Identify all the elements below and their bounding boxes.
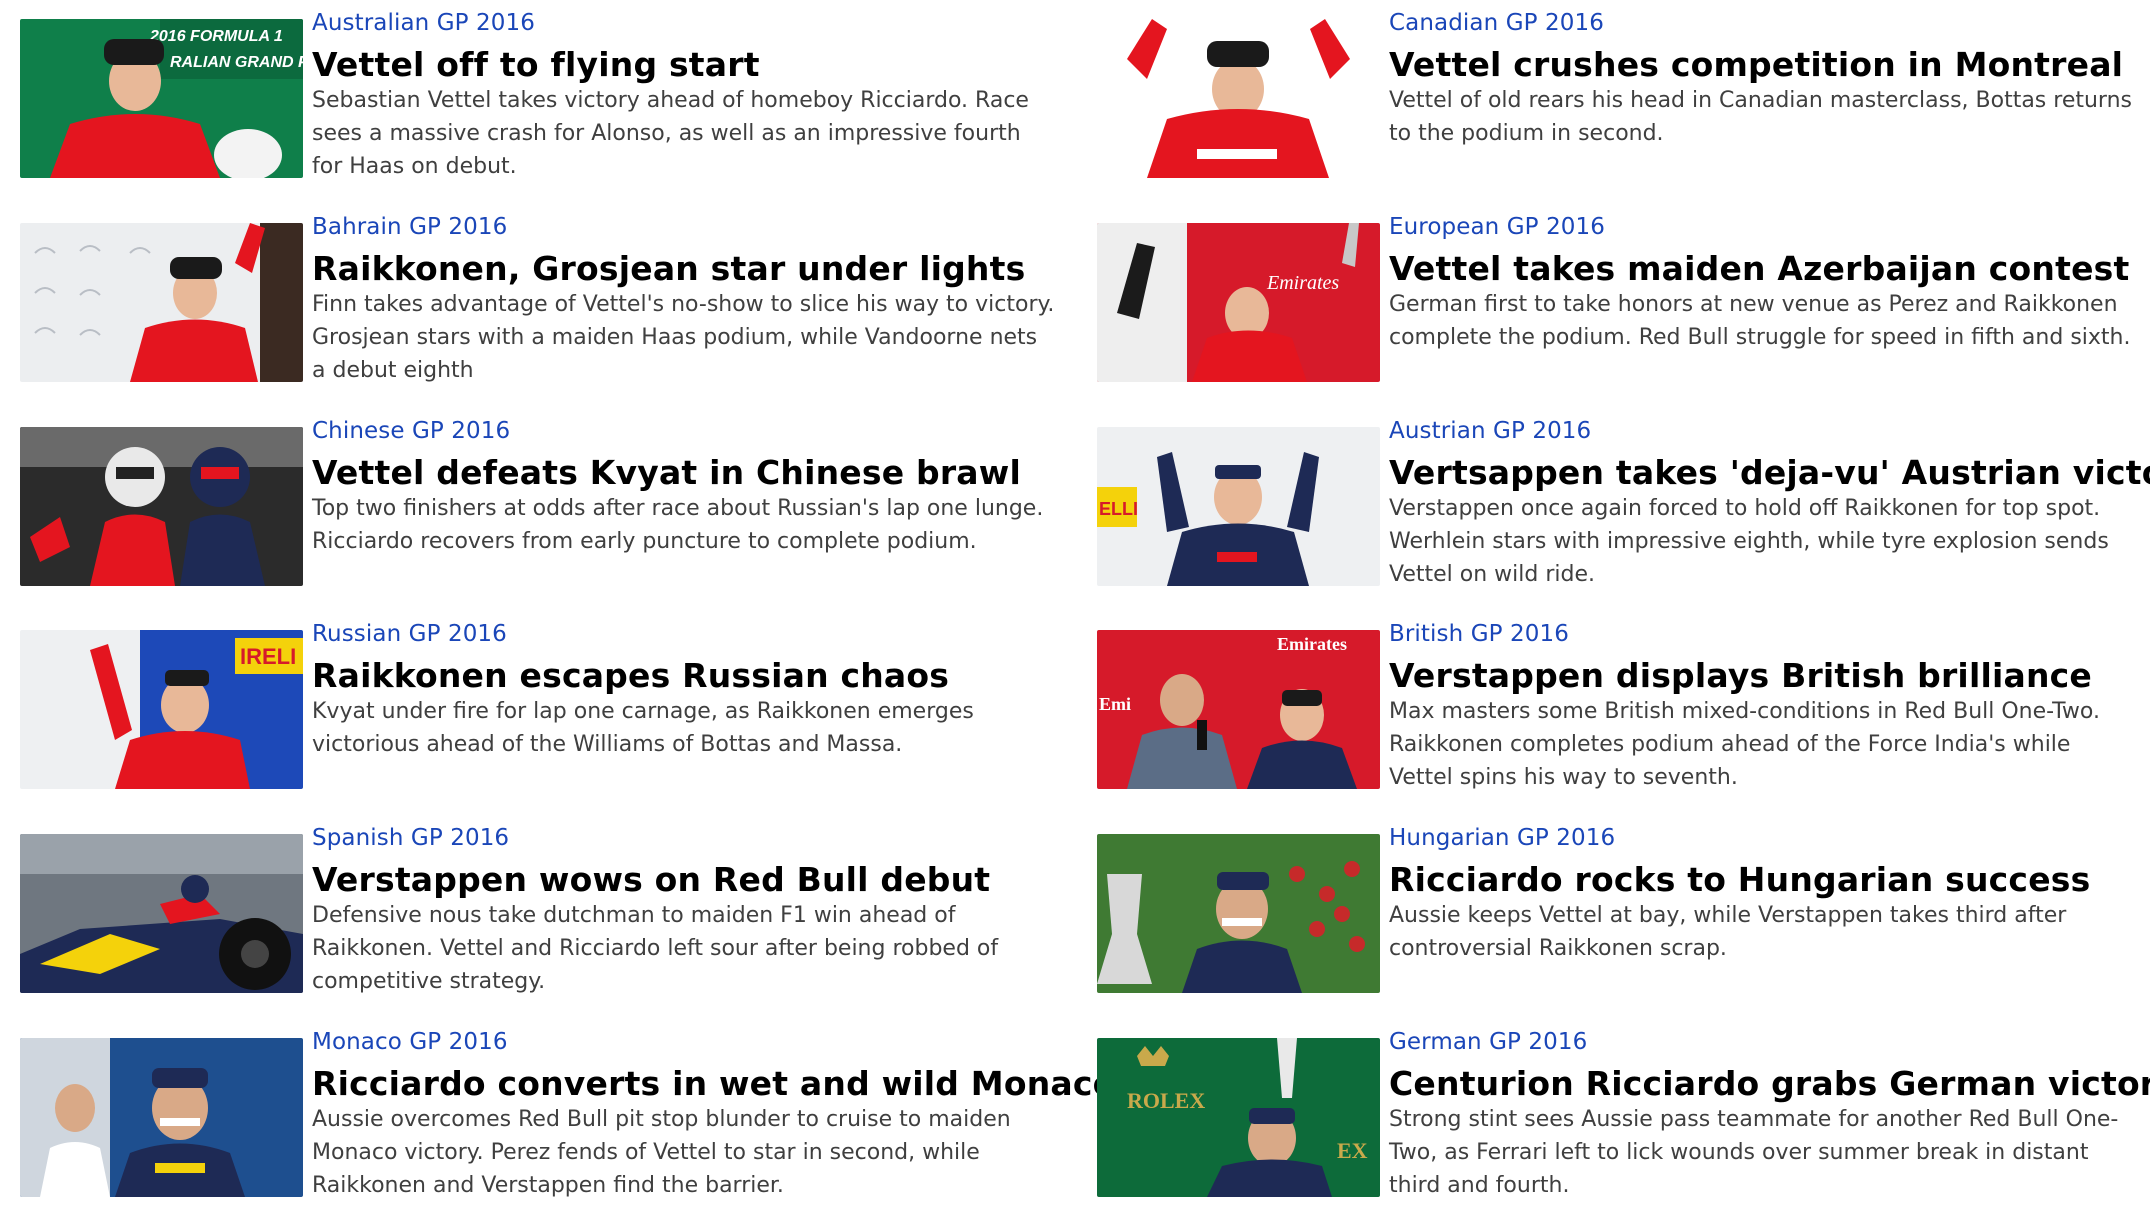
svg-text:RALIAN GRAND P: RALIAN GRAND P — [170, 54, 303, 71]
svg-text:ELLI: ELLI — [1099, 499, 1138, 519]
race-label[interactable]: Monaco GP 2016 — [312, 1027, 1057, 1057]
article-thumbnail[interactable]: Emirates Emi — [1097, 630, 1380, 789]
article-title[interactable]: Raikkonen escapes Russian chaos — [312, 655, 1057, 697]
race-label[interactable]: Canadian GP 2016 — [1389, 8, 2134, 38]
svg-text:ROLEX: ROLEX — [1127, 1088, 1205, 1113]
article-title[interactable]: Verstappen wows on Red Bull debut — [312, 859, 1057, 901]
race-label[interactable]: Australian GP 2016 — [312, 8, 1057, 38]
article-thumbnail[interactable]: 2016 FORMULA 1 RALIAN GRAND P — [20, 19, 303, 178]
article-card[interactable]: Emirates European GP 2016 Vettel takes m… — [1077, 204, 2137, 394]
article-card[interactable]: Bahrain GP 2016 Raikkonen, Grosjean star… — [0, 204, 1060, 394]
article-summary: Verstappen once again forced to hold off… — [1389, 496, 2109, 587]
article-thumbnail[interactable]: ELLI — [1097, 427, 1380, 586]
article-thumbnail[interactable]: IRELI — [20, 630, 303, 789]
article-title[interactable]: Ricciardo converts in wet and wild Monac… — [312, 1063, 1115, 1105]
article-title[interactable]: Vertsappen takes 'deja-vu' Austrian vict… — [1389, 452, 2150, 494]
race-label[interactable]: Chinese GP 2016 — [312, 416, 1057, 446]
article-summary: Vettel of old rears his head in Canadian… — [1389, 88, 2132, 146]
article-summary: Finn takes advantage of Vettel's no-show… — [312, 292, 1055, 383]
article-card[interactable]: ELLI Austrian GP 2016 Vertsappen takes '… — [1077, 408, 2150, 598]
race-label[interactable]: European GP 2016 — [1389, 212, 2134, 242]
article-summary: Max masters some British mixed-condition… — [1389, 699, 2100, 790]
article-thumbnail[interactable]: Emirates — [1097, 223, 1380, 382]
article-title[interactable]: Verstappen displays British brilliance — [1389, 655, 2134, 697]
article-summary: Kvyat under fire for lap one carnage, as… — [312, 699, 974, 757]
article-summary: German first to take honors at new venue… — [1389, 292, 2131, 350]
race-news-grid: 2016 FORMULA 1 RALIAN GRAND P Australian… — [0, 0, 2150, 1210]
article-thumbnail[interactable] — [1097, 19, 1380, 178]
svg-text:Emirates: Emirates — [1277, 634, 1347, 654]
svg-text:EX: EX — [1337, 1138, 1368, 1163]
race-label[interactable]: Russian GP 2016 — [312, 619, 1057, 649]
article-thumbnail[interactable]: ROLEX EX — [1097, 1038, 1380, 1197]
article-thumbnail[interactable] — [20, 223, 303, 382]
race-label[interactable]: Spanish GP 2016 — [312, 823, 1057, 853]
article-summary: Aussie overcomes Red Bull pit stop blund… — [312, 1107, 1011, 1198]
article-card[interactable]: Canadian GP 2016 Vettel crushes competit… — [1077, 0, 2137, 190]
article-card[interactable]: ROLEX EX German GP 2016 Centurion Riccia… — [1077, 1019, 2150, 1209]
article-card[interactable]: Chinese GP 2016 Vettel defeats Kvyat in … — [0, 408, 1060, 598]
article-card[interactable]: 2016 FORMULA 1 RALIAN GRAND P Australian… — [0, 0, 1060, 190]
svg-text:IRELI: IRELI — [240, 644, 296, 669]
article-card[interactable]: Hungarian GP 2016 Ricciardo rocks to Hun… — [1077, 815, 2137, 1005]
article-summary: Defensive nous take dutchman to maiden F… — [312, 903, 999, 994]
article-title[interactable]: Centurion Ricciardo grabs German victory — [1389, 1063, 2150, 1105]
article-thumbnail[interactable] — [20, 834, 303, 993]
article-title[interactable]: Raikkonen, Grosjean star under lights — [312, 248, 1057, 290]
article-thumbnail[interactable] — [20, 427, 303, 586]
article-title[interactable]: Vettel defeats Kvyat in Chinese brawl — [312, 452, 1057, 494]
race-label[interactable]: Hungarian GP 2016 — [1389, 823, 2134, 853]
article-summary: Top two finishers at odds after race abo… — [312, 496, 1044, 554]
article-summary: Aussie keeps Vettel at bay, while Versta… — [1389, 903, 2067, 961]
article-title[interactable]: Vettel off to flying start — [312, 44, 1057, 86]
svg-text:Emi: Emi — [1099, 694, 1131, 714]
race-label[interactable]: German GP 2016 — [1389, 1027, 2134, 1057]
article-summary: Strong stint sees Aussie pass teammate f… — [1389, 1107, 2119, 1198]
article-card[interactable]: Monaco GP 2016 Ricciardo converts in wet… — [0, 1019, 1115, 1209]
article-title[interactable]: Ricciardo rocks to Hungarian success — [1389, 859, 2134, 901]
race-label[interactable]: Austrian GP 2016 — [1389, 416, 2134, 446]
article-card[interactable]: Emirates Emi British GP 2016 Verstappen … — [1077, 611, 2137, 801]
article-thumbnail[interactable] — [1097, 834, 1380, 993]
article-card[interactable]: Spanish GP 2016 Verstappen wows on Red B… — [0, 815, 1060, 1005]
banner-text: 2016 FORMULA 1 — [149, 28, 283, 45]
svg-text:Emirates: Emirates — [1266, 272, 1339, 294]
race-label[interactable]: British GP 2016 — [1389, 619, 2134, 649]
article-thumbnail[interactable] — [20, 1038, 303, 1197]
race-label[interactable]: Bahrain GP 2016 — [312, 212, 1057, 242]
article-title[interactable]: Vettel crushes competition in Montreal — [1389, 44, 2134, 86]
article-summary: Sebastian Vettel takes victory ahead of … — [312, 88, 1029, 179]
article-title[interactable]: Vettel takes maiden Azerbaijan contest — [1389, 248, 2134, 290]
article-card[interactable]: IRELI Russian GP 2016 Raikkonen escapes … — [0, 611, 1060, 801]
